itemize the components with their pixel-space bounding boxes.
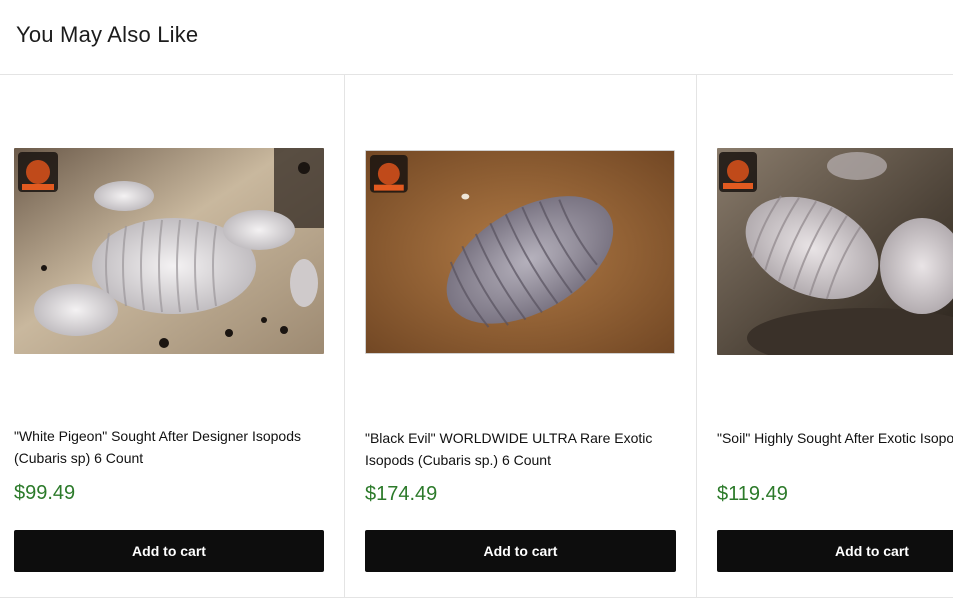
- product-card: "White Pigeon" Sought After Designer Iso…: [0, 75, 345, 597]
- add-to-cart-button[interactable]: Add to cart: [717, 530, 953, 572]
- brand-logo-icon: [369, 154, 408, 193]
- section-title: You May Also Like: [16, 22, 199, 47]
- isopod-photo-icon: [366, 151, 674, 353]
- product-card: "Soil" Highly Sought After Exotic Isopod…: [697, 75, 953, 597]
- product-price: $174.49: [365, 483, 438, 505]
- product-image[interactable]: [717, 148, 953, 355]
- product-title[interactable]: "Soil" Highly Sought After Exotic Isopod…: [717, 427, 953, 449]
- isopod-photo-icon: [14, 148, 324, 354]
- product-price: $119.49: [717, 483, 788, 505]
- product-title[interactable]: "Black Evil" WORLDWIDE ULTRA Rare Exotic…: [365, 427, 675, 471]
- product-card: "Black Evil" WORLDWIDE ULTRA Rare Exotic…: [345, 75, 697, 597]
- product-grid: "White Pigeon" Sought After Designer Iso…: [0, 74, 953, 598]
- product-title[interactable]: "White Pigeon" Sought After Designer Iso…: [14, 425, 324, 469]
- isopod-photo-icon: [717, 148, 953, 355]
- product-image[interactable]: [14, 148, 324, 354]
- add-to-cart-button[interactable]: Add to cart: [14, 530, 324, 572]
- product-image[interactable]: [365, 150, 675, 354]
- brand-logo-icon: [18, 152, 58, 192]
- product-price: $99.49: [14, 482, 76, 504]
- brand-logo-icon: [719, 152, 757, 192]
- add-to-cart-button[interactable]: Add to cart: [365, 530, 676, 572]
